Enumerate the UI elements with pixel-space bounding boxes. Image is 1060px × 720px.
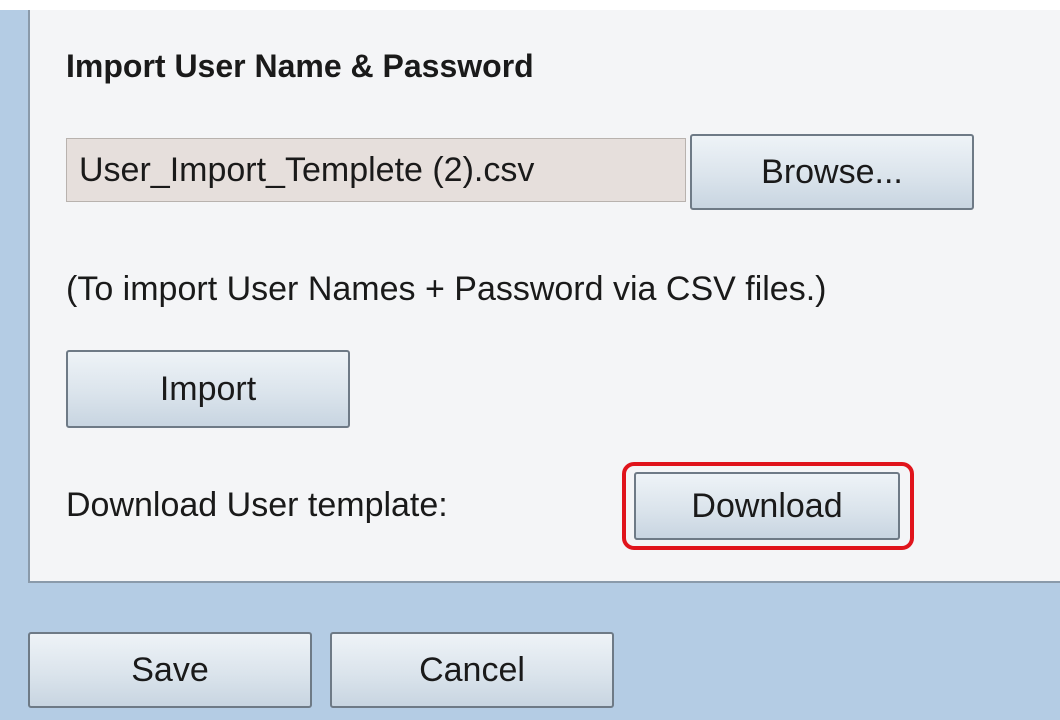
- import-help-text: (To import User Names + Password via CSV…: [66, 270, 827, 308]
- save-button[interactable]: Save: [28, 632, 312, 708]
- import-button[interactable]: Import: [66, 350, 350, 428]
- cancel-button[interactable]: Cancel: [330, 632, 614, 708]
- top-edge: [0, 0, 1060, 10]
- download-button[interactable]: Download: [634, 472, 900, 540]
- download-template-label: Download User template:: [66, 486, 448, 524]
- file-path-field[interactable]: User_Import_Templete (2).csv: [66, 138, 686, 202]
- section-title: Import User Name & Password: [66, 48, 534, 84]
- browse-button[interactable]: Browse...: [690, 134, 974, 210]
